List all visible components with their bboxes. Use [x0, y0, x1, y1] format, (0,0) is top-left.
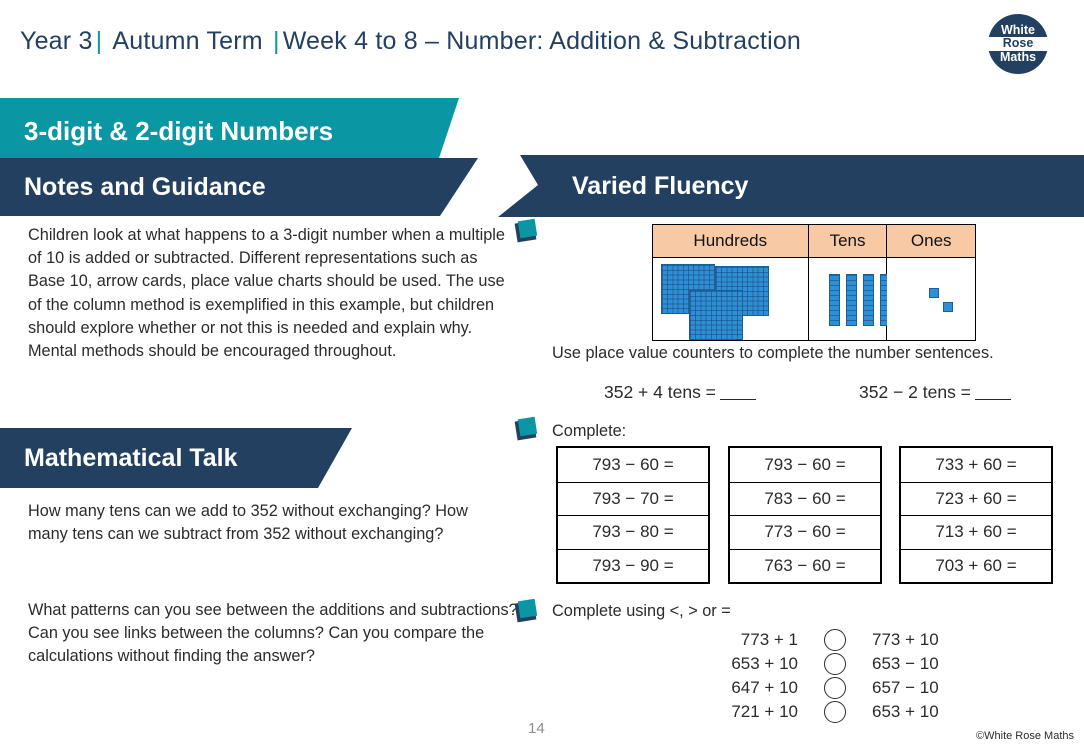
comparison-left: 721 + 10 — [731, 702, 798, 721]
calculation-cell[interactable]: 783 − 60 = — [730, 481, 880, 516]
number-sentence-2-text: 352 − 2 tens = — [859, 382, 971, 402]
calculation-cell[interactable]: 723 + 60 = — [901, 481, 1051, 516]
calculation-column-1: 793 − 60 = 793 − 70 = 793 − 80 = 793 − 9… — [556, 446, 710, 584]
header-separator-2: | — [272, 27, 280, 55]
comparison-row: 653 + 10 653 − 10 — [690, 652, 980, 676]
calculation-column-2: 793 − 60 = 783 − 60 = 773 − 60 = 763 − 6… — [728, 446, 882, 584]
base-ten-hundred-flat — [689, 290, 743, 340]
notes-and-guidance-body: Children look at what happens to a 3-dig… — [28, 226, 505, 361]
calculation-cell[interactable]: 713 + 60 = — [901, 515, 1051, 549]
comparison-answer-circle[interactable] — [824, 629, 846, 651]
header-year: Year 3 — [20, 27, 93, 55]
notes-heading-text: Notes and Guidance — [24, 172, 266, 201]
place-value-table: Hundreds Tens Ones — [652, 224, 976, 341]
comparison-row: 773 + 1 773 + 10 — [690, 628, 980, 652]
complete-label: Complete: — [552, 422, 627, 440]
column-header-ones: Ones — [886, 224, 976, 258]
calculation-cell[interactable]: 733 + 60 = — [901, 448, 1051, 482]
base-ten-one-cube — [929, 288, 940, 298]
comparison-right: 653 + 10 — [872, 702, 939, 721]
answer-blank-1[interactable] — [719, 399, 756, 400]
copyright-notice: ©White Rose Maths — [976, 730, 1074, 742]
comparison-answer-circle[interactable] — [824, 677, 846, 699]
header-week: Week 4 to 8 – Number: Addition & Subtrac… — [282, 27, 802, 55]
mathematical-talk-body-1: How many tens can we add to 352 without … — [28, 502, 468, 544]
calculation-cell[interactable]: 793 − 90 = — [558, 548, 708, 583]
page-header: Year 3 | Autumn Term | Week 4 to 8 – Numbe… — [0, 0, 1084, 86]
calculation-column-3: 733 + 60 = 723 + 60 = 713 + 60 = 703 + 6… — [899, 446, 1053, 584]
varied-fluency-banner: Varied Fluency — [498, 155, 1084, 217]
bullet-square-icon-3 — [514, 598, 538, 623]
comparison-answer-circle[interactable] — [824, 653, 846, 675]
comparison-rows: 773 + 1 773 + 10 653 + 10 653 − 10 647 +… — [690, 628, 980, 724]
fluency-heading-text: Varied Fluency — [572, 171, 749, 200]
comparison-row: 647 + 10 657 − 10 — [690, 676, 980, 700]
calculation-cell[interactable]: 703 + 60 = — [901, 548, 1051, 583]
calculation-cell[interactable]: 793 − 60 = — [558, 448, 708, 482]
bullet-square-icon-2 — [514, 416, 538, 441]
calculation-cell[interactable]: 793 − 80 = — [558, 515, 708, 549]
base-ten-ten-rod — [828, 274, 840, 326]
comparison-left: 773 + 1 — [740, 630, 798, 649]
header-title: Year 3 | Autumn Term | Week 4 to 8 – Numbe… — [20, 27, 801, 56]
header-separator-1: | — [95, 27, 103, 55]
page-number: 14 — [528, 720, 545, 737]
bullet-front-square — [517, 218, 538, 239]
tens-cell — [807, 257, 908, 341]
calculation-cell[interactable]: 763 − 60 = — [730, 548, 880, 583]
hundreds-cell — [652, 257, 809, 341]
answer-blank-2[interactable] — [974, 399, 1011, 400]
comparison-row: 721 + 10 653 + 10 — [690, 700, 980, 724]
topic-title-text: 3-digit & 2-digit Numbers — [24, 115, 334, 146]
comparison-right: 657 − 10 — [872, 678, 939, 697]
comparison-left: 653 + 10 — [731, 654, 798, 673]
ones-cell — [886, 257, 976, 341]
base-ten-ten-rod — [862, 274, 874, 326]
comparison-answer-circle[interactable] — [824, 701, 846, 723]
place-value-caption: Use place value counters to complete the… — [552, 344, 994, 362]
header-term: Autumn Term — [112, 27, 263, 55]
calculation-cell[interactable]: 793 − 60 = — [730, 448, 880, 482]
bullet-front-square — [517, 598, 538, 619]
mathematical-talk-banner: Mathematical Talk — [0, 428, 352, 488]
table-content-row — [652, 257, 976, 341]
notes-and-guidance-banner: Notes and Guidance — [0, 158, 478, 216]
bullet-square-icon-1 — [514, 218, 538, 243]
talk-heading-text: Mathematical Talk — [24, 443, 238, 472]
number-sentence-1: 352 + 4 tens = — [604, 382, 756, 403]
logo-line-maths: Maths — [999, 49, 1037, 64]
logo-line-rose: Rose — [988, 37, 1048, 51]
number-sentence-1-text: 352 + 4 tens = — [604, 382, 716, 402]
comparison-right: 653 − 10 — [872, 654, 939, 673]
column-header-tens: Tens — [807, 224, 888, 258]
calculation-cell[interactable]: 793 − 70 = — [558, 481, 708, 516]
mathematical-talk-body-2: What patterns can you see between the ad… — [28, 601, 518, 666]
calculation-cell[interactable]: 773 − 60 = — [730, 515, 880, 549]
number-sentence-2: 352 − 2 tens = — [859, 382, 1011, 403]
white-rose-maths-logo: White Rose Maths — [988, 14, 1048, 74]
table-header-row: Hundreds Tens Ones — [652, 224, 976, 258]
base-ten-ten-rod — [845, 274, 857, 326]
base-ten-one-cube — [943, 302, 954, 312]
column-header-hundreds: Hundreds — [652, 224, 809, 258]
comparison-left: 647 + 10 — [731, 678, 798, 697]
comparison-right: 773 + 10 — [872, 630, 939, 649]
topic-title-banner: 3-digit & 2-digit Numbers — [0, 98, 459, 164]
bullet-front-square — [517, 416, 538, 437]
compare-label: Complete using <, > or = — [552, 602, 731, 620]
